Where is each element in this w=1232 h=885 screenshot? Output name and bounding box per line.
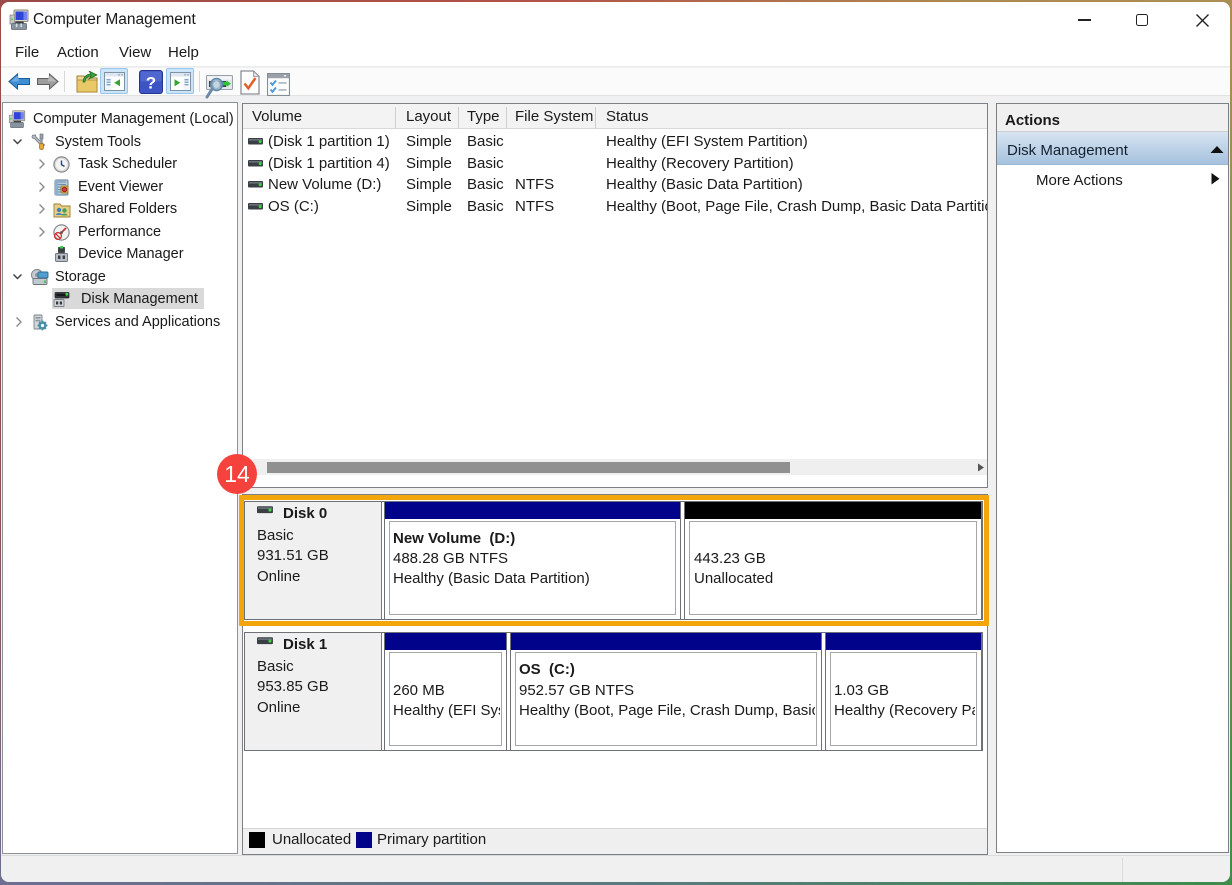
svg-text:?: ? — [146, 74, 156, 93]
